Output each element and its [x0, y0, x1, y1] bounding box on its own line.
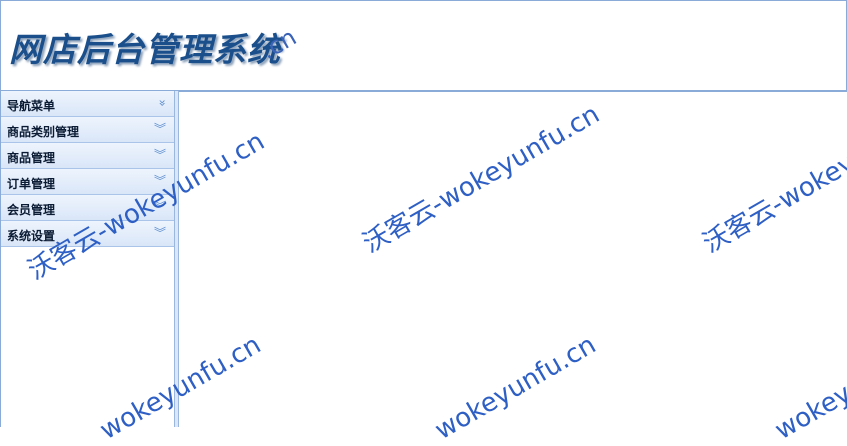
nav-menu-header[interactable]: 导航菜单 »: [1, 91, 175, 117]
header-bar: 网店后台管理系统 .cn: [0, 0, 847, 91]
double-chevron-down-icon[interactable]: ︾: [154, 173, 166, 189]
double-chevron-down-icon[interactable]: ︾: [154, 225, 166, 241]
sidebar-item-settings[interactable]: 系统设置 ︾: [1, 221, 175, 247]
nav-menu-title: 导航菜单: [7, 99, 56, 113]
sidebar-item-label: 商品类别管理: [7, 125, 80, 139]
sidebar-item-members[interactable]: 会员管理 ︾: [1, 195, 175, 221]
sidebar-item-label: 会员管理: [7, 203, 56, 217]
sidebar-item-products[interactable]: 商品管理 ︾: [1, 143, 175, 169]
double-chevron-down-icon[interactable]: ︾: [154, 121, 166, 137]
sidebar-item-label: 系统设置: [7, 229, 56, 243]
main-content-area: [179, 91, 847, 427]
double-chevron-left-icon[interactable]: »: [154, 99, 170, 106]
sidebar-item-orders[interactable]: 订单管理 ︾: [1, 169, 175, 195]
app-title: 网店后台管理系统: [9, 30, 281, 69]
sidebar-item-label: 订单管理: [7, 177, 56, 191]
sidebar-item-label: 商品管理: [7, 151, 56, 165]
sidebar: 导航菜单 » 商品类别管理 ︾ 商品管理 ︾ 订单管理 ︾ 会员管理 ︾ 系统设…: [0, 91, 175, 427]
sidebar-item-category[interactable]: 商品类别管理 ︾: [1, 117, 175, 143]
double-chevron-down-icon[interactable]: ︾: [154, 199, 166, 215]
double-chevron-down-icon[interactable]: ︾: [154, 147, 166, 163]
